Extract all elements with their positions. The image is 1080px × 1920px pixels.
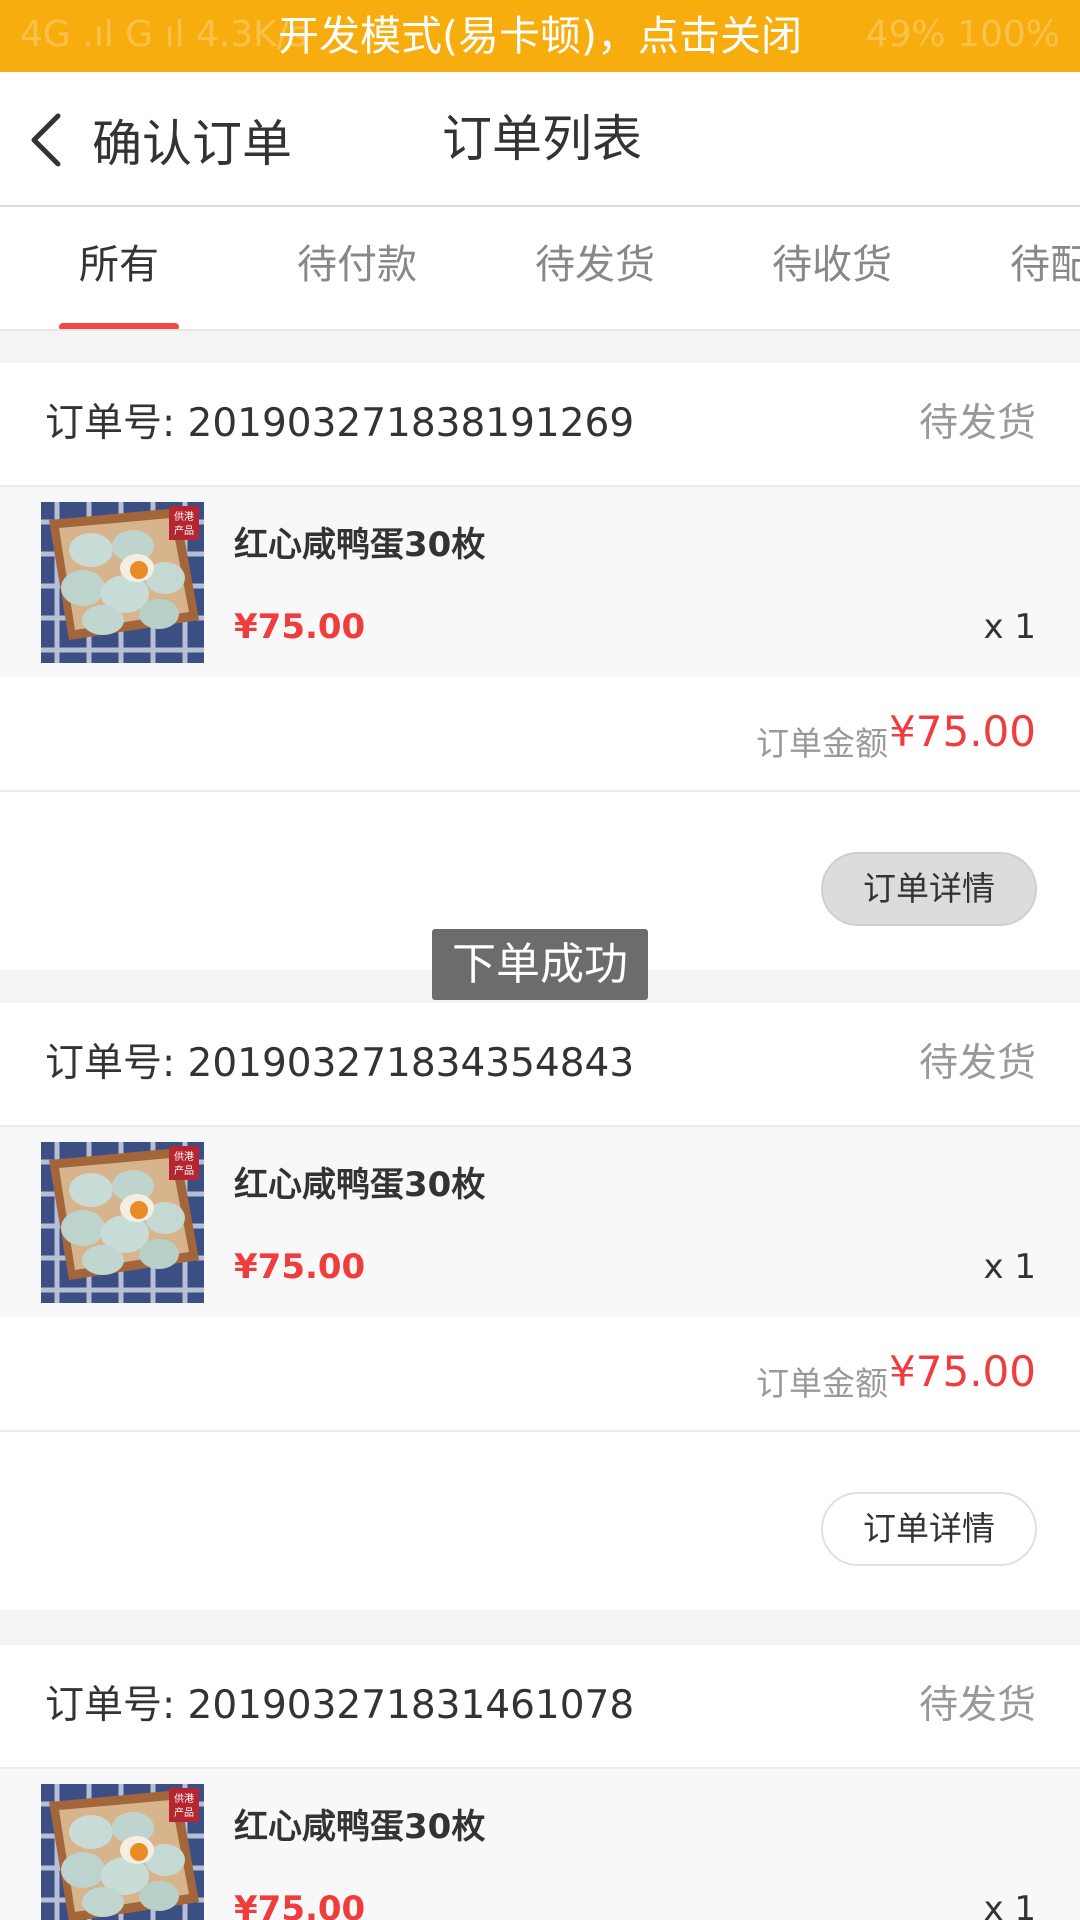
order-status: 待发货: [918, 1041, 1036, 1086]
page-title: 订单列表: [442, 110, 642, 168]
order-total-row: 订单金额 ¥75.00: [0, 1317, 1080, 1432]
tab-all[interactable]: 所有: [0, 207, 238, 329]
product-image: 供港 产品: [41, 1784, 204, 1920]
order-status: 待发货: [918, 1683, 1036, 1728]
dev-mode-banner[interactable]: 4G .ıl G ıl 4.3K/s 49% 100% 开发模式(易卡顿)，点击…: [0, 0, 1080, 72]
order-total-value: ¥75.00: [889, 1347, 1036, 1396]
order-number: 订单号: 201903271838191269: [45, 401, 635, 446]
order-number: 订单号: 201903271831461078: [45, 1683, 635, 1728]
order-header: 订单号: 201903271834354843 待发货: [0, 1003, 1080, 1127]
product-name: 红心咸鸭蛋30枚: [234, 1807, 486, 1847]
order-total-value: ¥75.00: [889, 707, 1036, 756]
order-item[interactable]: 供港 产品 红心咸鸭蛋30枚 ¥75.00 x 1: [0, 1769, 1080, 1920]
product-image: 供港 产品: [41, 502, 204, 663]
product-price: ¥75.00: [234, 1889, 366, 1920]
product-name: 红心咸鸭蛋30枚: [234, 525, 486, 565]
product-quantity: x 1: [983, 1247, 1036, 1287]
product-image: 供港 产品: [41, 1142, 204, 1303]
svg-text:供港: 供港: [174, 1792, 194, 1805]
order-status-tabs: 所有 待付款 待发货 待收货 待配送: [0, 207, 1080, 331]
order-item[interactable]: 供港 产品 红心咸鸭蛋30枚 ¥75.00 x 1: [0, 1127, 1080, 1317]
dev-mode-banner-text[interactable]: 开发模式(易卡顿)，点击关闭: [0, 0, 1080, 72]
order-item[interactable]: 供港 产品 红心咸鸭蛋30枚 ¥75.00 x 1: [0, 487, 1080, 677]
tab-pending-shipment[interactable]: 待发货: [476, 207, 714, 329]
tab-pending-delivery[interactable]: 待配送: [950, 207, 1080, 329]
product-price: ¥75.00: [234, 1247, 366, 1287]
svg-text:产品: 产品: [174, 1164, 194, 1177]
tab-pending-receipt[interactable]: 待收货: [713, 207, 951, 329]
svg-text:产品: 产品: [174, 524, 194, 537]
svg-text:产品: 产品: [174, 1806, 194, 1819]
chevron-left-icon: [31, 113, 61, 166]
order-card: 订单号: 201903271831461078 待发货 供港 产品 红心咸鸭蛋3…: [0, 1645, 1080, 1920]
order-actions: 订单详情: [0, 1432, 1080, 1610]
order-total-label: 订单金额: [756, 724, 888, 763]
order-status: 待发货: [918, 401, 1036, 446]
success-toast: 下单成功: [432, 929, 648, 1000]
active-tab-indicator: [59, 323, 179, 329]
order-card: 订单号: 201903271834354843 待发货 供港 产品 红心咸鸭蛋3…: [0, 1003, 1080, 1610]
order-card: 订单号: 201903271838191269 待发货 供港 产品 红心咸鸭蛋3…: [0, 363, 1080, 970]
order-detail-button[interactable]: 订单详情: [821, 852, 1037, 926]
nav-header: 确认订单 订单列表: [0, 72, 1080, 207]
svg-text:供港: 供港: [174, 510, 194, 523]
tab-pending-payment[interactable]: 待付款: [238, 207, 476, 329]
order-total-row: 订单金额 ¥75.00: [0, 677, 1080, 792]
product-price: ¥75.00: [234, 607, 366, 647]
order-header: 订单号: 201903271831461078 待发货: [0, 1645, 1080, 1769]
product-name: 红心咸鸭蛋30枚: [234, 1165, 486, 1205]
order-detail-button[interactable]: 订单详情: [821, 1492, 1037, 1566]
back-label: 确认订单: [92, 114, 292, 173]
product-quantity: x 1: [983, 607, 1036, 647]
order-header: 订单号: 201903271838191269 待发货: [0, 363, 1080, 487]
order-total-label: 订单金额: [756, 1364, 888, 1403]
svg-text:供港: 供港: [174, 1150, 194, 1163]
product-quantity: x 1: [983, 1889, 1036, 1920]
order-number: 订单号: 201903271834354843: [45, 1041, 635, 1086]
back-button[interactable]: 确认订单: [0, 72, 320, 207]
